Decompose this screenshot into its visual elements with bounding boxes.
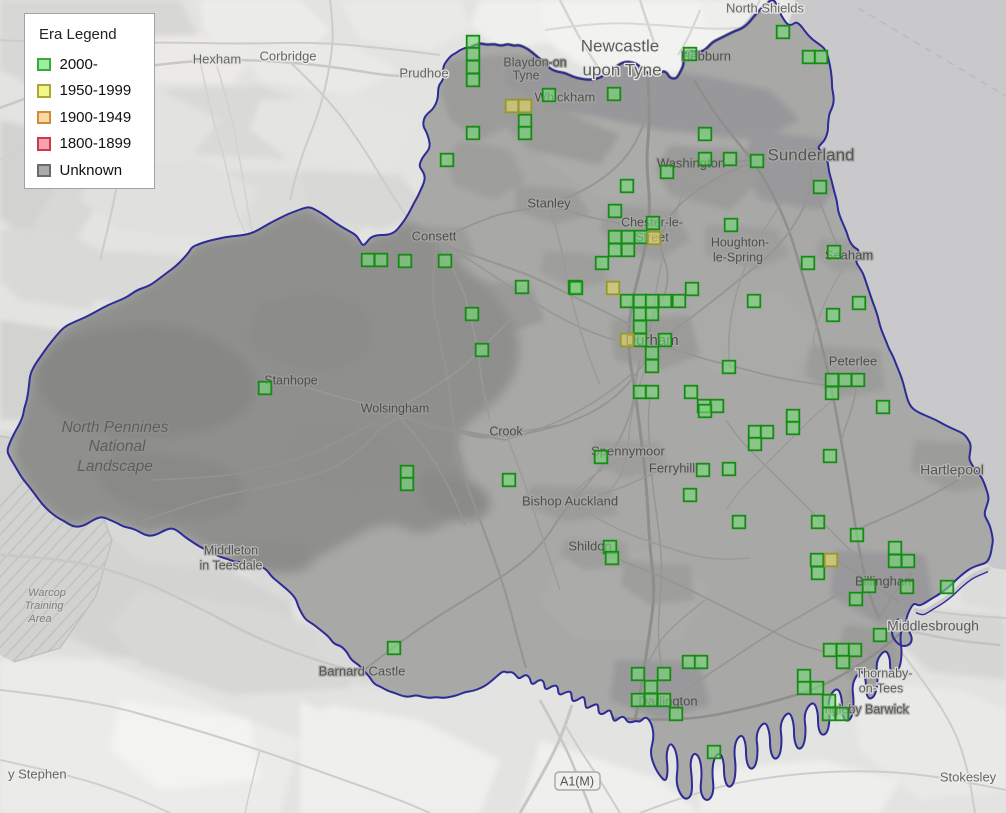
svg-text:Hexham: Hexham — [193, 51, 241, 66]
svg-text:North Shields: North Shields — [726, 0, 805, 15]
svg-text:Houghton-: Houghton- — [711, 235, 769, 249]
svg-text:Tyne: Tyne — [512, 68, 539, 82]
svg-text:Training: Training — [25, 600, 65, 612]
svg-text:in Teesdale: in Teesdale — [199, 558, 262, 572]
svg-text:Crook: Crook — [489, 424, 523, 438]
svg-text:on-Tees: on-Tees — [859, 681, 903, 695]
svg-text:Hartlepool: Hartlepool — [920, 462, 984, 478]
svg-text:National: National — [89, 438, 146, 455]
svg-text:Stanley: Stanley — [527, 195, 571, 210]
svg-text:Landscape: Landscape — [77, 458, 153, 475]
svg-text:Peterlee: Peterlee — [829, 353, 877, 368]
svg-text:Ferryhill: Ferryhill — [649, 460, 695, 475]
svg-text:North Pennines: North Pennines — [62, 419, 169, 436]
svg-text:Barnard Castle: Barnard Castle — [319, 663, 406, 678]
svg-text:Sunderland: Sunderland — [768, 145, 855, 164]
svg-text:y Stephen: y Stephen — [8, 766, 67, 781]
svg-text:Middlesbrough: Middlesbrough — [887, 618, 979, 634]
svg-text:A1(M): A1(M) — [560, 774, 594, 788]
svg-text:Blaydon-on: Blaydon-on — [503, 55, 566, 69]
svg-text:Area: Area — [27, 613, 51, 625]
svg-text:Newcastle: Newcastle — [581, 36, 659, 55]
svg-text:Warcop: Warcop — [28, 587, 66, 599]
svg-text:upon Tyne: upon Tyne — [582, 60, 661, 79]
svg-text:le-Spring: le-Spring — [713, 250, 763, 264]
svg-text:Stokesley: Stokesley — [940, 769, 997, 784]
svg-text:Thornaby-: Thornaby- — [856, 666, 913, 680]
svg-text:Prudhoe: Prudhoe — [399, 65, 448, 80]
svg-text:Stanhope: Stanhope — [264, 373, 318, 387]
svg-text:Consett: Consett — [412, 228, 457, 243]
svg-text:Wolsingham: Wolsingham — [361, 401, 430, 415]
svg-text:Corbridge: Corbridge — [259, 48, 316, 63]
svg-text:Middleton: Middleton — [204, 543, 258, 557]
svg-text:Bishop Auckland: Bishop Auckland — [522, 493, 618, 508]
